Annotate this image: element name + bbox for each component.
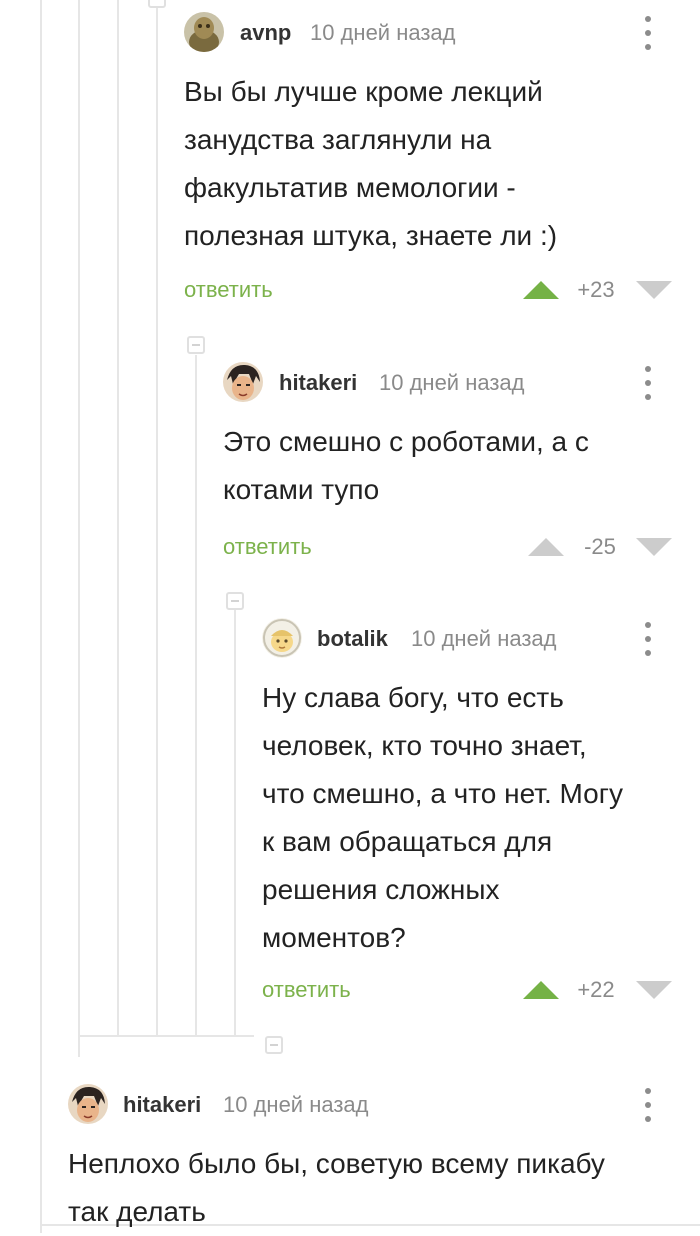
comment-text: Неплохо было бы, советую всему пикабу та… xyxy=(68,1140,605,1236)
upvote-icon[interactable] xyxy=(528,538,564,556)
collapse-button[interactable] xyxy=(148,0,166,8)
more-vertical-icon[interactable] xyxy=(638,16,658,50)
comment-text-line: Неплохо было бы, советую всему пикабу xyxy=(68,1148,605,1179)
comment-time: 10 дней назад xyxy=(411,626,557,651)
comment-author[interactable]: avnp xyxy=(240,20,291,46)
downvote-icon[interactable] xyxy=(636,538,672,556)
collapse-button[interactable] xyxy=(187,336,205,354)
avatar[interactable] xyxy=(223,362,263,402)
more-vertical-icon[interactable] xyxy=(638,1088,658,1122)
collapse-button[interactable] xyxy=(226,592,244,610)
thread-line-2 xyxy=(78,0,80,1057)
avatar[interactable] xyxy=(184,12,224,52)
comment-text-line: решения сложных xyxy=(262,874,500,905)
upvote-icon[interactable] xyxy=(523,281,559,299)
comment-text-line: факультатив мемологии - xyxy=(184,172,516,203)
comment-text-line: моментов? xyxy=(262,922,406,953)
thread-line-1 xyxy=(40,0,42,1233)
comment-text-line: так делать xyxy=(68,1196,206,1227)
comment-time: 10 дней назад xyxy=(223,1092,369,1117)
comment-text-line: Вы бы лучше кроме лекций xyxy=(184,76,543,107)
comment-score: -25 xyxy=(584,534,616,559)
comment-text: Это смешно с роботами, а с котами тупо xyxy=(223,418,589,514)
comment-author[interactable]: botalik xyxy=(317,626,388,652)
reply-button[interactable]: ответить xyxy=(184,277,273,303)
downvote-icon[interactable] xyxy=(636,981,672,999)
comment-text-line: что смешно, а что нет. Могу xyxy=(262,778,623,809)
comment-author[interactable]: hitakeri xyxy=(279,370,357,396)
thread-line-6 xyxy=(234,610,236,1037)
thread-line-3 xyxy=(117,0,119,1037)
comment-score: +22 xyxy=(577,977,615,1002)
collapse-button[interactable] xyxy=(265,1036,283,1054)
comment-text-line: к вам обращаться для xyxy=(262,826,553,857)
comment-text-line: человек, кто точно знает, xyxy=(262,730,587,761)
comment-author[interactable]: hitakeri xyxy=(123,1092,201,1118)
comment-text-line: полезная штука, знаете ли :) xyxy=(184,220,558,251)
comment-text-line: котами тупо xyxy=(223,474,380,505)
thread-line-5 xyxy=(195,355,197,1037)
downvote-icon[interactable] xyxy=(636,281,672,299)
comment-score: +23 xyxy=(577,277,615,302)
reply-button[interactable]: ответить xyxy=(262,977,351,1003)
comment-text-line: занудства заглянули на xyxy=(184,124,492,155)
upvote-icon[interactable] xyxy=(523,981,559,999)
comment-text: Вы бы лучше кроме лекций занудства загля… xyxy=(184,68,557,260)
comment-time: 10 дней назад xyxy=(379,370,525,395)
comment-time: 10 дней назад xyxy=(310,20,456,45)
avatar[interactable] xyxy=(68,1084,108,1124)
reply-button[interactable]: ответить xyxy=(223,534,312,560)
comment-text: Ну слава богу, что есть человек, кто точ… xyxy=(262,674,623,962)
thread-branch-line xyxy=(78,1035,254,1037)
thread-line-4 xyxy=(156,0,158,1037)
comment-text-line: Это смешно с роботами, а с xyxy=(223,426,589,457)
avatar[interactable] xyxy=(262,618,302,658)
comment-text-line: Ну слава богу, что есть xyxy=(262,682,564,713)
more-vertical-icon[interactable] xyxy=(638,366,658,400)
more-vertical-icon[interactable] xyxy=(638,622,658,656)
